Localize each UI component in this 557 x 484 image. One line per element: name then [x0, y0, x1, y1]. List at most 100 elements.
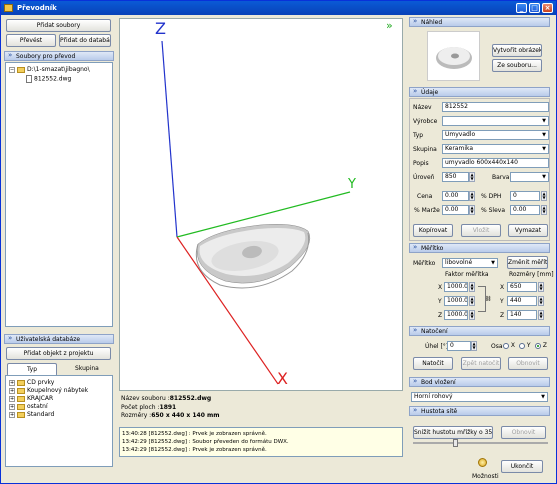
- database-tree-item[interactable]: + CD prvky: [9, 379, 54, 386]
- change-scale-button[interactable]: Změnit měřítko: [507, 256, 548, 269]
- add-to-database-button[interactable]: Přidat do databáze: [59, 34, 111, 47]
- level-input[interactable]: 850: [442, 172, 469, 182]
- maximize-button[interactable]: □: [529, 3, 540, 13]
- maker-label: Výrobce: [413, 118, 438, 125]
- x-axis-label: X: [277, 369, 288, 388]
- factor-z-input[interactable]: 1000.00: [444, 310, 468, 320]
- vat-spinner[interactable]: ▲ ▼: [541, 191, 547, 201]
- database-tree-panel: + CD prvky + Koupelnový nábytek + KRAJCAR + ost…: [5, 375, 113, 467]
- collapse-icon: »: [8, 334, 13, 342]
- create-image-button[interactable]: Vytvořit obrázek: [492, 44, 542, 57]
- dim-x-spinner[interactable]: ▲ ▼: [538, 282, 544, 292]
- log-entry: 13:42:29 [812552.dwg] : Soubor převeden …: [122, 439, 289, 445]
- options-button[interactable]: [471, 458, 493, 472]
- factor-x-label: X: [438, 284, 443, 291]
- factor-y-input[interactable]: 1000.00: [444, 296, 468, 306]
- preview-header[interactable]: » Náhled: [409, 17, 550, 27]
- user-database-header[interactable]: » Uživatelská databáze: [4, 334, 114, 344]
- vat-input[interactable]: 0: [510, 191, 540, 201]
- tree-plus-icon[interactable]: +: [9, 403, 15, 410]
- insertion-point-select[interactable]: Horní rohový ▼: [411, 392, 548, 402]
- dim-y-input[interactable]: 440: [507, 296, 537, 306]
- clear-button[interactable]: Vymazat: [508, 224, 548, 237]
- margin-spinner[interactable]: ▲ ▼: [469, 205, 475, 215]
- database-tree-item[interactable]: + ostatní: [9, 403, 48, 410]
- convert-button[interactable]: Převést: [6, 34, 56, 47]
- from-file-button[interactable]: Ze souboru...: [492, 59, 542, 72]
- scale-select[interactable]: libovolné ▼: [442, 258, 498, 268]
- tab-group[interactable]: Skupina: [75, 365, 99, 372]
- mesh-density-header[interactable]: » Hustota sítě: [409, 406, 550, 416]
- copy-button[interactable]: Kopírovat: [413, 224, 453, 237]
- price-input[interactable]: 0.00: [442, 191, 469, 201]
- tree-file-item[interactable]: 812552.dwg: [26, 75, 71, 83]
- undo-rotate-button[interactable]: Zpět natočit: [461, 357, 501, 370]
- dim-z-spinner[interactable]: ▲ ▼: [538, 310, 544, 320]
- database-tree-item[interactable]: + Standard: [9, 411, 54, 418]
- faces-info: Počet ploch :1891: [121, 404, 177, 411]
- group-select[interactable]: Keramika ▼: [442, 144, 549, 154]
- expand-arrow-icon[interactable]: »: [386, 19, 393, 32]
- discount-input[interactable]: 0.00: [510, 205, 540, 215]
- washbasin-model[interactable]: [195, 224, 311, 289]
- options-label[interactable]: Možnosti: [472, 473, 499, 480]
- rotate-button[interactable]: Natočit: [413, 357, 453, 370]
- database-tree-item[interactable]: + Koupelnový nábytek: [9, 387, 88, 394]
- refresh-density-button[interactable]: Obnovit: [501, 426, 546, 439]
- data-header[interactable]: » Údaje: [409, 87, 550, 97]
- dim-y-spinner[interactable]: ▲ ▼: [538, 296, 544, 306]
- finish-button[interactable]: Ukončit: [501, 460, 543, 473]
- scale-header[interactable]: » Měřítko: [409, 243, 550, 253]
- paste-button[interactable]: Vložit: [461, 224, 501, 237]
- tree-folder-item[interactable]: − D:\1-smazat\jibagno\: [9, 66, 90, 73]
- level-spinner[interactable]: ▲ ▼: [469, 172, 475, 182]
- log-entry: 13:40:28 [812552.dwg] : Prvek je zobraze…: [122, 431, 267, 437]
- add-from-project-button[interactable]: Přidat objekt z projektu: [6, 347, 111, 360]
- type-select[interactable]: Umyvadlo ▼: [442, 130, 549, 140]
- collapse-icon: »: [413, 406, 418, 414]
- dropdown-arrow-icon: ▼: [491, 260, 495, 266]
- minimize-button[interactable]: _: [516, 3, 527, 13]
- dim-z-input[interactable]: 140: [507, 310, 537, 320]
- factor-z-spinner[interactable]: ▲ ▼: [469, 310, 475, 320]
- density-slider-track[interactable]: [413, 442, 548, 444]
- viewport-canvas[interactable]: [120, 19, 402, 390]
- axis-x-radio[interactable]: X: [503, 342, 515, 349]
- factor-x-input[interactable]: 1000.00: [444, 282, 468, 292]
- axis-z-radio[interactable]: Z: [535, 342, 547, 349]
- refresh-rotation-button[interactable]: Obnovit: [508, 357, 548, 370]
- density-slider-thumb[interactable]: [453, 439, 458, 447]
- price-spinner[interactable]: ▲ ▼: [469, 191, 475, 201]
- tree-plus-icon[interactable]: +: [9, 379, 15, 386]
- maker-select[interactable]: ▼: [442, 116, 549, 126]
- 3d-viewport[interactable]: Z Y X »: [119, 18, 403, 391]
- tree-minus-icon[interactable]: −: [9, 66, 15, 73]
- description-label: Popis: [413, 160, 429, 167]
- reduce-density-button[interactable]: Snížit hustotu mřížky o 35%: [413, 426, 493, 439]
- dim-x-input[interactable]: 650: [507, 282, 537, 292]
- insertion-point-header[interactable]: » Bod vložení: [409, 377, 550, 387]
- name-label: Název: [413, 104, 432, 111]
- color-select[interactable]: ▼: [510, 172, 549, 182]
- close-button[interactable]: ×: [542, 3, 553, 13]
- files-section-header[interactable]: » Soubory pro převod: [4, 51, 114, 61]
- angle-input[interactable]: 0: [447, 341, 471, 351]
- description-input[interactable]: umyvadlo 600x440x140: [442, 158, 549, 168]
- dim-x-label: X: [500, 284, 505, 291]
- collapse-icon: »: [413, 243, 418, 251]
- tree-plus-icon[interactable]: +: [9, 395, 15, 402]
- database-tree-item[interactable]: + KRAJCAR: [9, 395, 53, 402]
- add-files-button[interactable]: Přidat soubory: [6, 19, 111, 32]
- angle-spinner[interactable]: ▲ ▼: [471, 341, 477, 351]
- chain-link-icon[interactable]: ⛓: [485, 296, 491, 302]
- file-name-info: Název souboru :812552.dwg: [121, 395, 212, 402]
- rotation-header[interactable]: » Natočení: [409, 326, 550, 336]
- axis-y-radio[interactable]: Y: [519, 342, 531, 349]
- factor-y-spinner[interactable]: ▲ ▼: [469, 296, 475, 306]
- name-input[interactable]: 812552: [442, 102, 549, 112]
- tree-plus-icon[interactable]: +: [9, 411, 15, 418]
- factor-x-spinner[interactable]: ▲ ▼: [469, 282, 475, 292]
- tree-plus-icon[interactable]: +: [9, 387, 15, 394]
- margin-input[interactable]: 0.00: [442, 205, 469, 215]
- discount-spinner[interactable]: ▲ ▼: [541, 205, 547, 215]
